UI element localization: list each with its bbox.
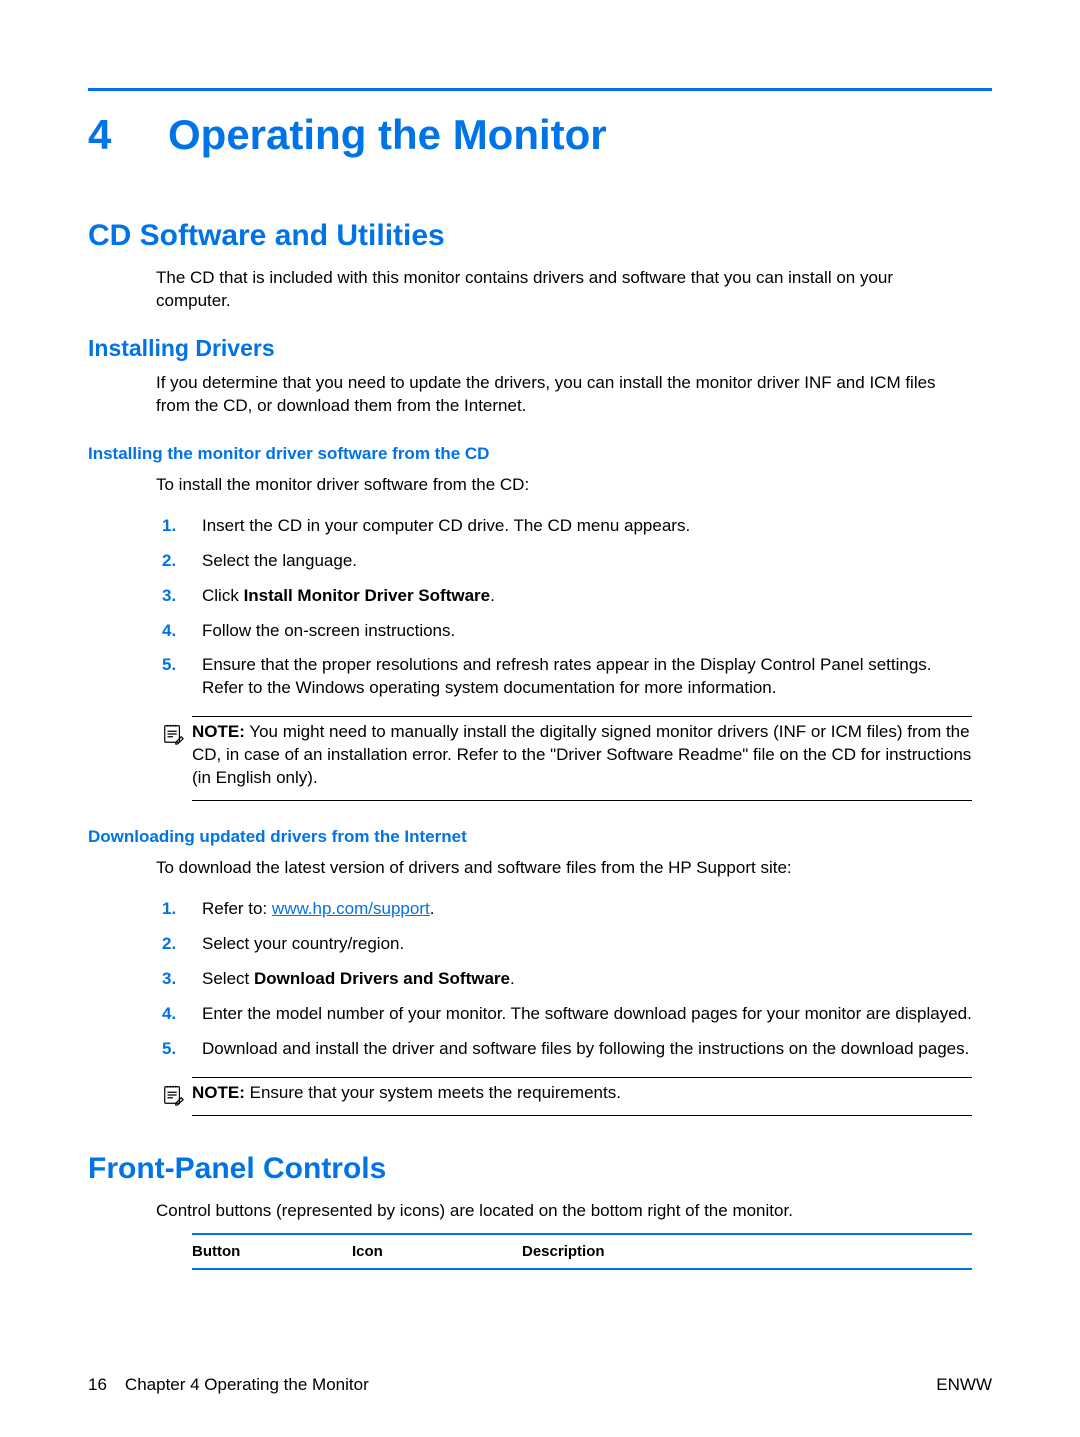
list-item: Click Install Monitor Driver Software. (156, 579, 992, 614)
download-from-internet-steps: Refer to: www.hp.com/support. Select you… (156, 892, 992, 1067)
section-heading-front-panel: Front-Panel Controls (88, 1152, 992, 1186)
front-panel-intro: Control buttons (represented by icons) a… (156, 1200, 972, 1223)
step-text: . (490, 586, 495, 605)
install-from-cd-lead: To install the monitor driver software f… (156, 474, 972, 497)
step-bold: Download Drivers and Software (254, 969, 510, 988)
list-item: Refer to: www.hp.com/support. (156, 892, 992, 927)
hp-support-link[interactable]: www.hp.com/support (272, 899, 430, 918)
step-text: Click (202, 586, 244, 605)
note-icon (162, 723, 184, 745)
note-label: NOTE: (192, 1083, 245, 1102)
note-text: You might need to manually install the d… (192, 722, 971, 787)
step-text: . (510, 969, 515, 988)
footer-chapter-label: Chapter 4 Operating the Monitor (125, 1375, 369, 1395)
chapter-number: 4 (88, 111, 168, 159)
step-text: . (430, 899, 435, 918)
installing-drivers-intro: If you determine that you need to update… (156, 372, 972, 418)
chapter-heading: 4 Operating the Monitor (88, 111, 992, 159)
list-item: Select your country/region. (156, 927, 992, 962)
list-item: Insert the CD in your computer CD drive.… (156, 509, 992, 544)
list-item: Select Download Drivers and Software. (156, 962, 992, 997)
note-icon (162, 1084, 184, 1106)
list-item: Follow the on-screen instructions. (156, 614, 992, 649)
step-bold: Install Monitor Driver Software (244, 586, 491, 605)
document-page: 4 Operating the Monitor CD Software and … (0, 0, 1080, 1437)
list-item: Select the language. (156, 544, 992, 579)
cd-software-intro: The CD that is included with this monito… (156, 267, 972, 313)
step-text: Select (202, 969, 254, 988)
section-heading-cd-software: CD Software and Utilities (88, 219, 992, 253)
table-header-icon: Icon (352, 1243, 522, 1260)
footer-left: 16 Chapter 4 Operating the Monitor (88, 1375, 369, 1395)
install-from-cd-steps: Insert the CD in your computer CD drive.… (156, 509, 992, 707)
note-box: NOTE: You might need to manually install… (192, 716, 972, 801)
table-header-row: Button Icon Description (192, 1243, 972, 1260)
list-item: Enter the model number of your monitor. … (156, 997, 992, 1032)
step-text: Refer to: (202, 899, 272, 918)
table-header-button: Button (192, 1243, 352, 1260)
list-item: Ensure that the proper resolutions and r… (156, 648, 992, 706)
subsubsection-download-from-internet: Downloading updated drivers from the Int… (88, 827, 992, 847)
subsection-installing-drivers: Installing Drivers (88, 335, 992, 362)
front-panel-table: Button Icon Description (192, 1233, 972, 1270)
page-number: 16 (88, 1375, 107, 1395)
chapter-title: Operating the Monitor (168, 111, 607, 159)
list-item: Download and install the driver and soft… (156, 1032, 992, 1067)
subsubsection-install-from-cd: Installing the monitor driver software f… (88, 444, 992, 464)
footer-right: ENWW (936, 1375, 992, 1395)
note-label: NOTE: (192, 722, 245, 741)
chapter-rule (88, 88, 992, 91)
note-text: Ensure that your system meets the requir… (250, 1083, 621, 1102)
page-footer: 16 Chapter 4 Operating the Monitor ENWW (88, 1375, 992, 1395)
table-header-description: Description (522, 1243, 972, 1260)
note-box: NOTE: Ensure that your system meets the … (192, 1077, 972, 1116)
download-from-internet-lead: To download the latest version of driver… (156, 857, 972, 880)
